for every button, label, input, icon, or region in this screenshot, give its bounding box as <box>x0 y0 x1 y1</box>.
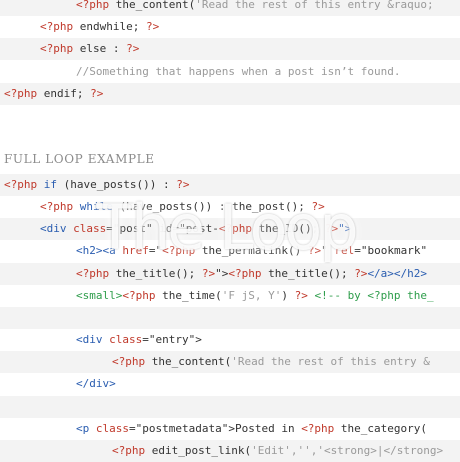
code-token: ?> <box>90 87 104 100</box>
code-line-tokens: <?php else : ?> <box>0 42 139 55</box>
code-token: <?php <box>112 444 146 457</box>
code-token: <?php <box>40 20 74 33</box>
code-token: </a></h2> <box>367 267 428 280</box>
code-token: 'Read the rest of this entry & <box>231 355 430 368</box>
code-line: <?php endif; ?> <box>0 83 460 105</box>
code-token: endif; <box>37 87 91 100</box>
code-token: ="entry"> <box>142 333 202 346</box>
code-token: ?> <box>145 20 160 33</box>
code-line-tokens: <div class="entry"> <box>0 333 202 346</box>
code-line: <small><?php the_time('F jS, Y') ?> <!--… <box>0 285 460 307</box>
code-token: the_time( <box>155 289 222 302</box>
code-line-blank <box>0 396 460 418</box>
code-token: 'F jS, Y' <box>221 289 282 302</box>
code-token: <?php <box>122 289 156 302</box>
code-line-tokens: <?php the_content('Read the rest of this… <box>0 0 434 11</box>
code-token: 'Read the rest of this entry &raquo; <box>195 0 434 11</box>
code-token: <?php <box>4 178 38 191</box>
code-line-tokens: //Something that happens when a post isn… <box>0 65 401 78</box>
code-token: <?php <box>40 200 74 213</box>
code-token: //Something that happens when a post isn… <box>76 65 401 78</box>
code-line: <p class="postmetadata">Posted in <?php … <box>0 418 460 440</box>
code-token: else : <box>73 42 127 55</box>
code-token: <?php <box>76 0 110 11</box>
code-token: <?php <box>76 267 110 280</box>
code-token: <div <box>76 333 110 346</box>
code-line: <?php edit_post_link('Edit','','<strong>… <box>0 440 460 462</box>
code-line-tokens: <?php the_content('Read the rest of this… <box>0 355 430 368</box>
code-token: <small> <box>76 289 123 302</box>
code-line: <?php the_content('Read the rest of this… <box>0 351 460 373</box>
code-token: edit_post_link( <box>145 444 252 457</box>
code-line: //Something that happens when a post isn… <box>0 61 460 83</box>
code-token: ) <box>281 289 295 302</box>
code-line: <?php else : ?> <box>0 38 460 60</box>
code-token: ?> <box>354 267 368 280</box>
code-line: <?php endwhile; ?> <box>0 16 460 38</box>
code-token: <div <box>40 222 74 235</box>
code-token: the_category( <box>334 422 428 435</box>
code-token: the_title(); <box>109 267 202 280</box>
code-token: <?php <box>40 42 74 55</box>
code-token: <?php <box>228 267 262 280</box>
code-token: <?php <box>112 355 146 368</box>
code-token: endwhile; <box>73 20 146 33</box>
code-token: 'Edit','','<strong>|</strong> <box>251 444 444 457</box>
section-title: FULL LOOP EXAMPLE <box>4 152 155 166</box>
code-token: ="postmetadata">Posted in <box>129 422 302 435</box>
code-line-tokens: <small><?php the_time('F jS, Y') ?> <!--… <box>0 289 434 302</box>
code-token: ?> <box>294 289 308 302</box>
code-line-blank <box>0 307 460 329</box>
code-token: if <box>37 178 64 191</box>
code-token: <?php <box>301 422 335 435</box>
code-line-tokens: <?php endwhile; ?> <box>0 20 159 33</box>
code-token: <?php <box>4 87 38 100</box>
code-token: class <box>109 333 143 346</box>
code-line: <?php the_content('Read the rest of this… <box>0 0 460 16</box>
code-token: ?> <box>201 267 216 280</box>
code-token: <!-- by <?php the_ <box>307 289 434 302</box>
code-token: class <box>95 422 129 435</box>
code-token: </div> <box>76 377 116 390</box>
code-line-tokens: <?php the_title(); ?>"><?php the_title()… <box>0 267 427 280</box>
code-token: the_content( <box>109 0 196 11</box>
code-line-tokens: </div> <box>0 377 116 390</box>
code-token: <p <box>76 422 96 435</box>
code-line-tokens: <?php edit_post_link('Edit','','<strong>… <box>0 444 443 457</box>
code-line-tokens: <?php endif; ?> <box>0 87 103 100</box>
code-token: the_title(); <box>261 267 355 280</box>
code-token: "> <box>215 267 229 280</box>
code-line: </div> <box>0 373 460 395</box>
code-token: ?> <box>126 42 140 55</box>
code-token: the_content( <box>145 355 232 368</box>
the-loop-watermark: The Loop <box>96 191 359 264</box>
code-line-tokens: <p class="postmetadata">Posted in <?php … <box>0 422 427 435</box>
code-line: <div class="entry"> <box>0 329 460 351</box>
